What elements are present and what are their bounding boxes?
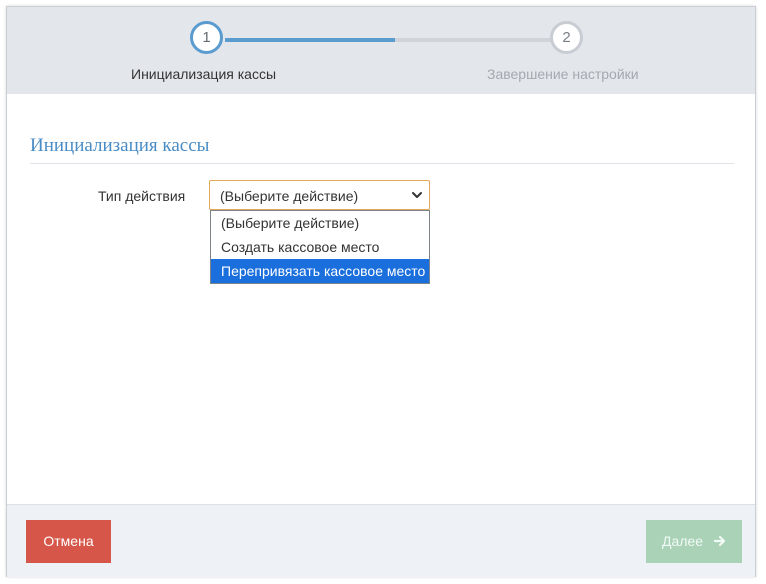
next-button-label: Далее [662, 533, 704, 549]
step-1-label: Инициализация кассы [131, 66, 277, 82]
action-type-dropdown-list: (Выберите действие) Создать кассовое мес… [210, 210, 430, 284]
section-title: Инициализация кассы [30, 135, 210, 156]
step-1-indicator: 1 [190, 21, 223, 54]
section-divider [30, 163, 734, 164]
progress-line-completed [225, 38, 395, 42]
dropdown-option-create-register[interactable]: Создать кассовое место [211, 235, 429, 259]
setup-wizard-dialog: 1 2 Инициализация кассы Завершение настр… [6, 6, 756, 577]
step-2-label: Завершение настройки [487, 66, 639, 82]
cancel-button-label: Отмена [43, 533, 94, 549]
action-type-label: Тип действия [98, 188, 186, 204]
dialog-footer: Отмена Далее [7, 504, 755, 577]
next-button[interactable]: Далее [646, 520, 742, 563]
step-2-indicator: 2 [550, 21, 583, 54]
wizard-header: 1 2 Инициализация кассы Завершение настр… [7, 7, 755, 94]
cancel-button[interactable]: Отмена [26, 520, 111, 563]
dropdown-option-rebind-register[interactable]: Перепривязать кассовое место [211, 259, 429, 283]
dropdown-option-placeholder[interactable]: (Выберите действие) [211, 211, 429, 235]
action-type-select[interactable]: (Выберите действие) [209, 180, 430, 210]
action-type-selected-value: (Выберите действие) [220, 188, 359, 204]
arrow-right-icon [713, 536, 726, 547]
chevron-down-icon [412, 192, 422, 198]
progress-line-remaining [395, 38, 551, 42]
